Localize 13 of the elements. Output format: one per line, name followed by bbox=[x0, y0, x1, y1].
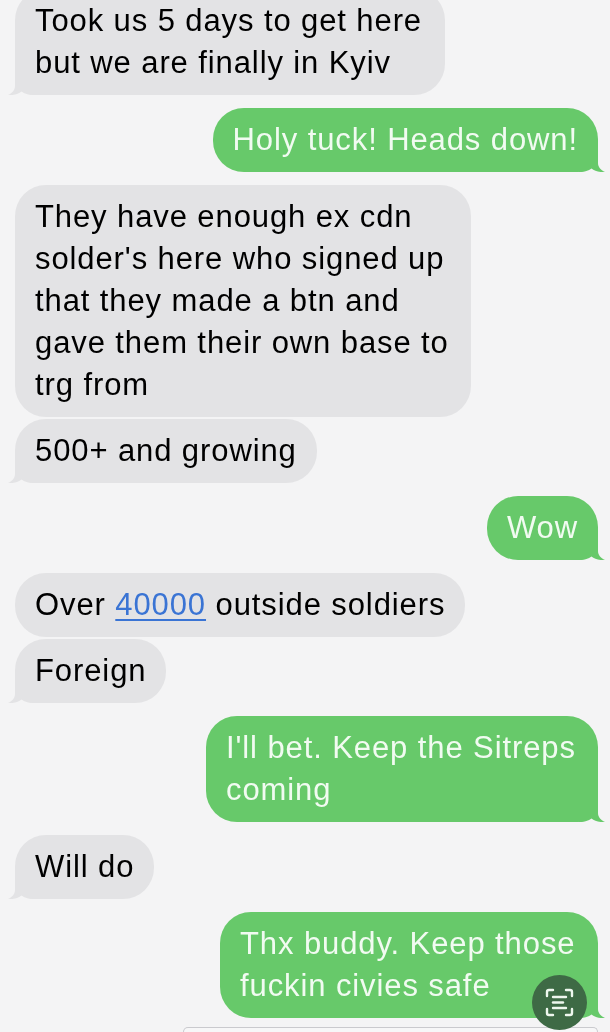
message-text: Took us 5 days to get here but we are finally in Kyiv bbox=[35, 3, 422, 80]
message-text: Wow bbox=[506, 510, 578, 545]
message-text: Over 40000 outside soldiers bbox=[35, 587, 446, 622]
message-text: I'll bet. Keep the Sitreps coming bbox=[226, 730, 576, 807]
message-text: Holy tuck! Heads down! bbox=[232, 122, 578, 157]
text-scan-icon[interactable] bbox=[532, 975, 587, 1030]
message-text: 500+ and growing bbox=[35, 433, 297, 468]
number-link[interactable]: 40000 bbox=[115, 587, 206, 622]
message-text: Thx buddy. Keep those fuckin civies safe bbox=[240, 926, 576, 1003]
message-text: They have enough ex cdn solder's here who signed up that they made a btn and gave them their own base to trg from bbox=[35, 199, 449, 402]
message-field[interactable] bbox=[183, 1027, 598, 1032]
message-text: Will do bbox=[35, 849, 135, 884]
message-text: Foreign bbox=[35, 653, 147, 688]
